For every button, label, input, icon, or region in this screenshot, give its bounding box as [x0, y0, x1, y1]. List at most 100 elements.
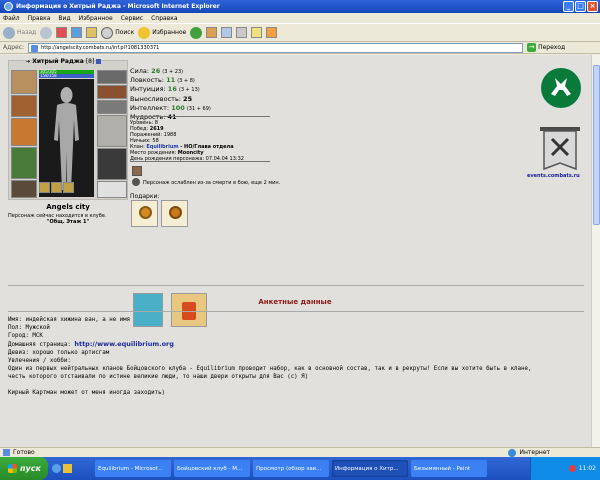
section-title: Анкетные данные — [258, 298, 332, 306]
weapon-slot[interactable] — [11, 118, 37, 146]
effect-icon — [132, 166, 142, 176]
search-icon — [101, 26, 114, 39]
scrollbar-thumb[interactable] — [593, 65, 600, 225]
menu-bar: Файл Правка Вид Избранное Сервис Справка — [0, 13, 600, 23]
skull-icon — [132, 178, 140, 186]
window-titlebar: Информация о Хитрый Раджа - Microsoft In… — [0, 0, 600, 13]
media-icon[interactable] — [190, 26, 203, 39]
quick-launch — [52, 464, 92, 473]
menu-tools[interactable]: Сервис — [121, 15, 143, 22]
close-button[interactable]: × — [587, 1, 598, 12]
task-viewer[interactable]: Просмотр (обзор зав... — [253, 460, 329, 477]
events-logo[interactable] — [538, 125, 582, 173]
character-name: Хитрый Раджа — [32, 58, 84, 65]
window-controls: _ □ × — [563, 1, 598, 12]
ie-quicklaunch-icon[interactable] — [52, 464, 61, 473]
character-avatar — [39, 79, 94, 197]
section-top-divider — [8, 285, 584, 286]
menu-file[interactable]: Файл — [3, 15, 20, 22]
info-divider — [130, 161, 270, 162]
task-equilibrium[interactable]: Equilibrium - Microsof... — [95, 460, 171, 477]
banner-icon — [540, 127, 580, 171]
folder-icon[interactable] — [251, 27, 263, 38]
forward-arrow-icon — [40, 26, 53, 39]
location-room: "Общ. Этаж 1" — [46, 219, 90, 225]
page-icon — [3, 449, 10, 456]
page-content: ➔ Хитрый Раджа [8] 305/305 158/158 Angel… — [0, 55, 600, 447]
vertical-scrollbar[interactable] — [591, 55, 600, 447]
gloves-slot[interactable] — [97, 100, 127, 114]
start-button[interactable]: пуск — [0, 457, 48, 480]
menu-edit[interactable]: Правка — [28, 15, 51, 22]
events-link[interactable]: events.combats.ru — [527, 173, 580, 179]
go-button[interactable]: → Переход — [527, 43, 565, 52]
stat-row: Сила: 26 (3 + 23) — [130, 67, 184, 75]
desktop-icon[interactable] — [63, 464, 72, 473]
stat-row: Интуиция: 16 (3 + 13) — [130, 85, 200, 94]
ring-slot-3[interactable] — [63, 182, 74, 193]
menu-view[interactable]: Вид — [58, 15, 70, 22]
history-icon[interactable] — [206, 27, 218, 38]
homepage-link[interactable]: http://www.equilibrium.org — [74, 340, 174, 348]
address-label: Адрес: — [3, 44, 25, 51]
info-icon[interactable] — [96, 59, 102, 64]
minimize-button[interactable]: _ — [563, 1, 574, 12]
tray-icon[interactable] — [568, 465, 576, 472]
address-input[interactable]: http://angelscity.combats.ru/inf.pl?1081… — [28, 42, 524, 53]
belt-slot[interactable] — [11, 180, 37, 198]
messenger-icon[interactable] — [266, 27, 278, 38]
pants-slot[interactable] — [97, 148, 127, 180]
stat-row: Выносливость: 25 — [130, 94, 193, 103]
stat-row: Интеллект: 100 (31 + 69) — [130, 103, 211, 112]
avatar-figure-icon — [54, 87, 79, 190]
back-button[interactable]: Назад — [3, 26, 36, 39]
window-title: Информация о Хитрый Раджа - Microsoft In… — [16, 3, 220, 10]
helmet-slot[interactable] — [11, 70, 37, 94]
gift-medal-2[interactable] — [161, 200, 188, 227]
arrows-icon: ➔ — [26, 58, 31, 65]
city-name: Angels city — [46, 203, 90, 211]
maximize-button[interactable]: □ — [575, 1, 586, 12]
clan-logo[interactable] — [538, 65, 584, 111]
bracer-slot[interactable] — [97, 85, 127, 99]
task-paint[interactable]: Безымянный - Paint — [411, 460, 487, 477]
address-bar: Адрес: http://angelscity.combats.ru/inf.… — [0, 42, 600, 54]
mail-icon[interactable] — [221, 27, 233, 38]
ring-slot-2[interactable] — [51, 182, 62, 193]
task-info[interactable]: Информация о Хитр... — [332, 460, 408, 477]
stats-divider — [130, 116, 270, 117]
home-icon[interactable] — [86, 27, 98, 38]
globe-icon — [508, 448, 517, 457]
star-icon — [138, 26, 151, 39]
medal-icon — [169, 206, 182, 219]
search-button[interactable]: Поиск — [101, 26, 134, 39]
refresh-icon[interactable] — [71, 27, 83, 38]
taskbar: пуск Equilibrium - Microsof... Бойцовски… — [0, 457, 600, 480]
character-info: Уровень: 8 Побед: 2619 Поражений: 1988 Н… — [130, 120, 244, 162]
stop-icon[interactable] — [56, 27, 68, 38]
weakness-status: Персонаж ослаблен из-за смерти в бою, ещ… — [143, 180, 281, 186]
boots-slot[interactable] — [97, 181, 127, 198]
shield-slot[interactable] — [97, 115, 127, 147]
task-combats[interactable]: Бойцовский клуб - M... — [174, 460, 250, 477]
favorites-button[interactable]: Избранное — [138, 26, 186, 39]
menu-help[interactable]: Справка — [151, 15, 177, 22]
ring-slot-1[interactable] — [39, 182, 50, 193]
goat-icon — [551, 78, 571, 96]
go-arrow-icon: → — [527, 43, 537, 52]
forward-button[interactable] — [40, 26, 53, 39]
status-text: Готово — [13, 449, 35, 456]
menu-favorites[interactable]: Избранное — [79, 15, 113, 22]
print-icon[interactable] — [236, 27, 248, 38]
windows-flag-icon — [8, 464, 17, 473]
back-arrow-icon — [3, 26, 15, 39]
gift-medal-1[interactable] — [131, 200, 158, 227]
armor-slot[interactable] — [11, 147, 37, 179]
equipment-panel: ➔ Хитрый Раджа [8] 305/305 158/158 — [8, 58, 128, 200]
stats-block: Сила: 26 (3 + 23) Ловкость: 11 (3 + 8) И… — [130, 67, 270, 122]
character-level: [8] — [85, 58, 95, 65]
earrings-slot[interactable] — [97, 70, 127, 84]
system-tray: 11:02 — [530, 457, 600, 480]
security-zone: Интернет — [508, 448, 550, 457]
amulet-slot[interactable] — [11, 95, 37, 117]
